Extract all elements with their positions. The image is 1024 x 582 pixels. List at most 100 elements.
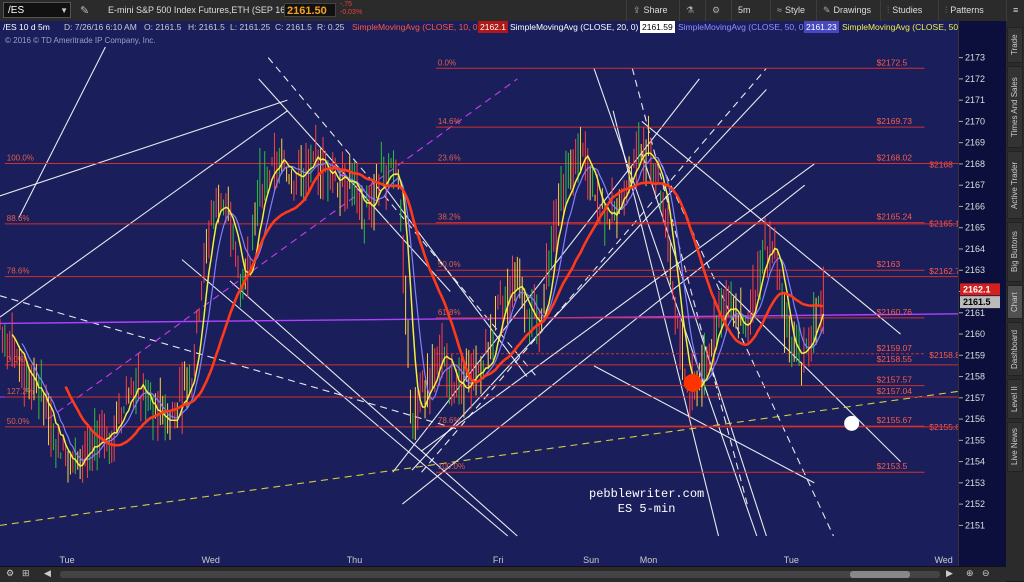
timeframe-selector[interactable]: 5m bbox=[731, 0, 769, 21]
marker-dot-0 bbox=[683, 373, 702, 392]
fib-label-6: $2163 bbox=[877, 259, 901, 269]
price-marker-0: 2162.1 bbox=[963, 284, 991, 294]
patterns-button[interactable]: ⫶ Patterns bbox=[938, 0, 1006, 21]
time-scrollbar[interactable] bbox=[60, 571, 940, 578]
scroll-left-icon[interactable]: ◀ bbox=[44, 568, 51, 579]
fib-pct-1: 14.6% bbox=[438, 117, 461, 126]
bar-open: O: 2161.5 bbox=[144, 22, 182, 32]
y-tick-label-21: 2172 bbox=[965, 74, 985, 84]
fib-pct-4: 38.2% bbox=[438, 213, 461, 222]
y-tick-label-5: 2156 bbox=[965, 414, 985, 424]
zoom-in-icon[interactable]: ⊕ bbox=[966, 568, 974, 579]
fib-right-label-9: $2158.88 bbox=[929, 350, 958, 360]
fib-label-1: $2169.73 bbox=[877, 116, 913, 126]
y-tick-label-0: 2151 bbox=[965, 520, 985, 530]
share-button[interactable]: ⇪ Share bbox=[626, 0, 674, 21]
tab-times-and-sales[interactable]: Times And Sales bbox=[1007, 66, 1023, 148]
sma10-label: SimpleMovingAvg (CLOSE, 10, 0) bbox=[352, 22, 481, 32]
price-axis[interactable]: 2151 2152 2153 2154 2155 2156 2157 2158 2159 2160… bbox=[958, 21, 1007, 566]
price-axis-svg: 2151 2152 2153 2154 2155 2156 2157 2158 2159 2160… bbox=[959, 53, 1000, 530]
fib-label-2: $2168.02 bbox=[877, 153, 913, 163]
tab-dashboard[interactable]: Dashboard bbox=[1007, 322, 1023, 376]
right-sidebar: Trade Times And Sales Active Trader Big … bbox=[1006, 21, 1024, 581]
tab-active-trader[interactable]: Active Trader bbox=[1007, 151, 1023, 219]
price-marker-1: 2161.5 bbox=[963, 297, 991, 307]
y-tick-label-18: 2169 bbox=[965, 138, 985, 148]
copyright: © 2016 © TD Ameritrade IP Company, Inc. bbox=[5, 36, 156, 45]
x-tick-label-2: Thu bbox=[347, 555, 363, 565]
fib-label-9: $2159.07 bbox=[877, 343, 913, 353]
fib-right-label-6: $2162.7 bbox=[929, 266, 958, 276]
bar-range: R: 0.25 bbox=[317, 22, 345, 32]
bar-date: D: 7/26/16 6:10 AM bbox=[64, 22, 137, 32]
y-tick-label-13: 2164 bbox=[965, 244, 985, 254]
menu-icon: ≡ bbox=[1013, 5, 1019, 15]
style-icon: ≈ bbox=[777, 5, 782, 15]
tab-level-ii[interactable]: Level II bbox=[1007, 379, 1023, 419]
bar-high: H: 2161.5 bbox=[188, 22, 225, 32]
pencil-icon[interactable]: ✎ bbox=[80, 4, 89, 17]
chart-settings-icon[interactable]: ⚙ bbox=[6, 568, 14, 579]
style-button[interactable]: ≈ Style bbox=[770, 0, 811, 21]
x-tick-label-1: Wed bbox=[202, 555, 220, 565]
x-tick-label-4: Sun bbox=[583, 555, 599, 565]
menu-button[interactable]: ≡ bbox=[1006, 0, 1024, 21]
fib-label-10: $2158.55 bbox=[877, 354, 913, 364]
zoom-icon[interactable]: ⊞ bbox=[22, 568, 30, 579]
fib-label-8: $2160.76 bbox=[877, 307, 913, 317]
price-change: -.75 -0.03% bbox=[340, 1, 362, 17]
change-percent: -0.03% bbox=[340, 9, 363, 16]
chart-title: /ES 10 d 5m bbox=[3, 22, 50, 32]
fib-pct-12: 127.2% bbox=[7, 387, 34, 396]
bottom-bar: ⚙ ⊞ ◀ ▶ ⊕ ⊖ bbox=[0, 566, 1006, 582]
zoom-out-icon[interactable]: ⊖ bbox=[982, 568, 990, 579]
symbol-selector[interactable]: /ES ▼ bbox=[3, 2, 71, 18]
studies-button[interactable]: ⫶ Studies bbox=[880, 0, 928, 21]
sma20-label: SimpleMovingAvg (CLOSE, 20, 0) bbox=[510, 22, 639, 32]
fib-pct-14: 50.0% bbox=[7, 417, 30, 426]
settings-button[interactable]: ⚙ bbox=[705, 0, 729, 21]
tab-live-news[interactable]: Live News bbox=[1007, 422, 1023, 472]
sma50b-label: SimpleMovingAvg (CLOSE, 50... bbox=[842, 22, 966, 32]
price-chart[interactable]: 0.0% $2172.5 14.6% $2169.73 23.6% $2168.02 $21… bbox=[0, 21, 965, 566]
instrument-description: E-mini S&P 500 Index Futures,ETH (SEP 16… bbox=[108, 5, 289, 15]
tab-chart[interactable]: Chart bbox=[1007, 285, 1023, 319]
studies-label: Studies bbox=[892, 5, 923, 15]
chart-area[interactable]: 0.0% $2172.5 14.6% $2169.73 23.6% $2168.02 $21… bbox=[0, 21, 965, 566]
x-tick-label-3: Fri bbox=[493, 555, 504, 565]
y-tick-label-2: 2153 bbox=[965, 478, 985, 488]
flask-button[interactable]: ⚗ bbox=[679, 0, 703, 21]
tab-trade[interactable]: Trade bbox=[1007, 27, 1023, 63]
share-icon: ⇪ bbox=[633, 5, 641, 15]
fib-label-11: $2157.57 bbox=[877, 375, 913, 385]
sma50-value: 2161.23 bbox=[804, 21, 839, 33]
tab-big-buttons[interactable]: Big Buttons bbox=[1007, 222, 1023, 282]
fib-pct-13: 78.6% bbox=[438, 416, 461, 425]
patterns-icon: ⫶ bbox=[945, 5, 948, 15]
y-tick-label-16: 2167 bbox=[965, 180, 985, 190]
fib-pct-5: 88.6% bbox=[7, 214, 30, 223]
symbol-text: /ES bbox=[8, 5, 25, 16]
watermark-line2: ES 5-min bbox=[617, 502, 676, 516]
y-tick-label-1: 2152 bbox=[965, 499, 985, 509]
fib-pct-6: 50.0% bbox=[438, 260, 461, 269]
fib-label-12: $2157.04 bbox=[877, 386, 913, 396]
fib-pct-15: 100.0% bbox=[438, 462, 465, 471]
x-tick-label-0: Tue bbox=[59, 555, 74, 565]
fib-pct-7: 78.6% bbox=[7, 267, 30, 276]
scrollbar-thumb[interactable] bbox=[850, 571, 910, 578]
bar-low: L: 2161.25 bbox=[230, 22, 271, 32]
y-tick-label-9: 2160 bbox=[965, 329, 985, 339]
patterns-label: Patterns bbox=[950, 5, 984, 15]
fib-label-0: $2172.5 bbox=[877, 57, 908, 67]
fib-label-13: $2155.67 bbox=[877, 415, 913, 425]
drawings-button[interactable]: ✎ Drawings bbox=[816, 0, 877, 21]
x-tick-label-5: Mon bbox=[640, 555, 658, 565]
share-label: Share bbox=[643, 5, 668, 15]
y-tick-label-14: 2165 bbox=[965, 223, 985, 233]
y-tick-label-4: 2155 bbox=[965, 435, 985, 445]
scroll-right-icon[interactable]: ▶ bbox=[946, 568, 953, 579]
watermark-line1: pebblewriter.com bbox=[589, 487, 705, 501]
sma20-value: 2161.59 bbox=[640, 21, 675, 33]
y-tick-label-10: 2161 bbox=[965, 308, 985, 318]
